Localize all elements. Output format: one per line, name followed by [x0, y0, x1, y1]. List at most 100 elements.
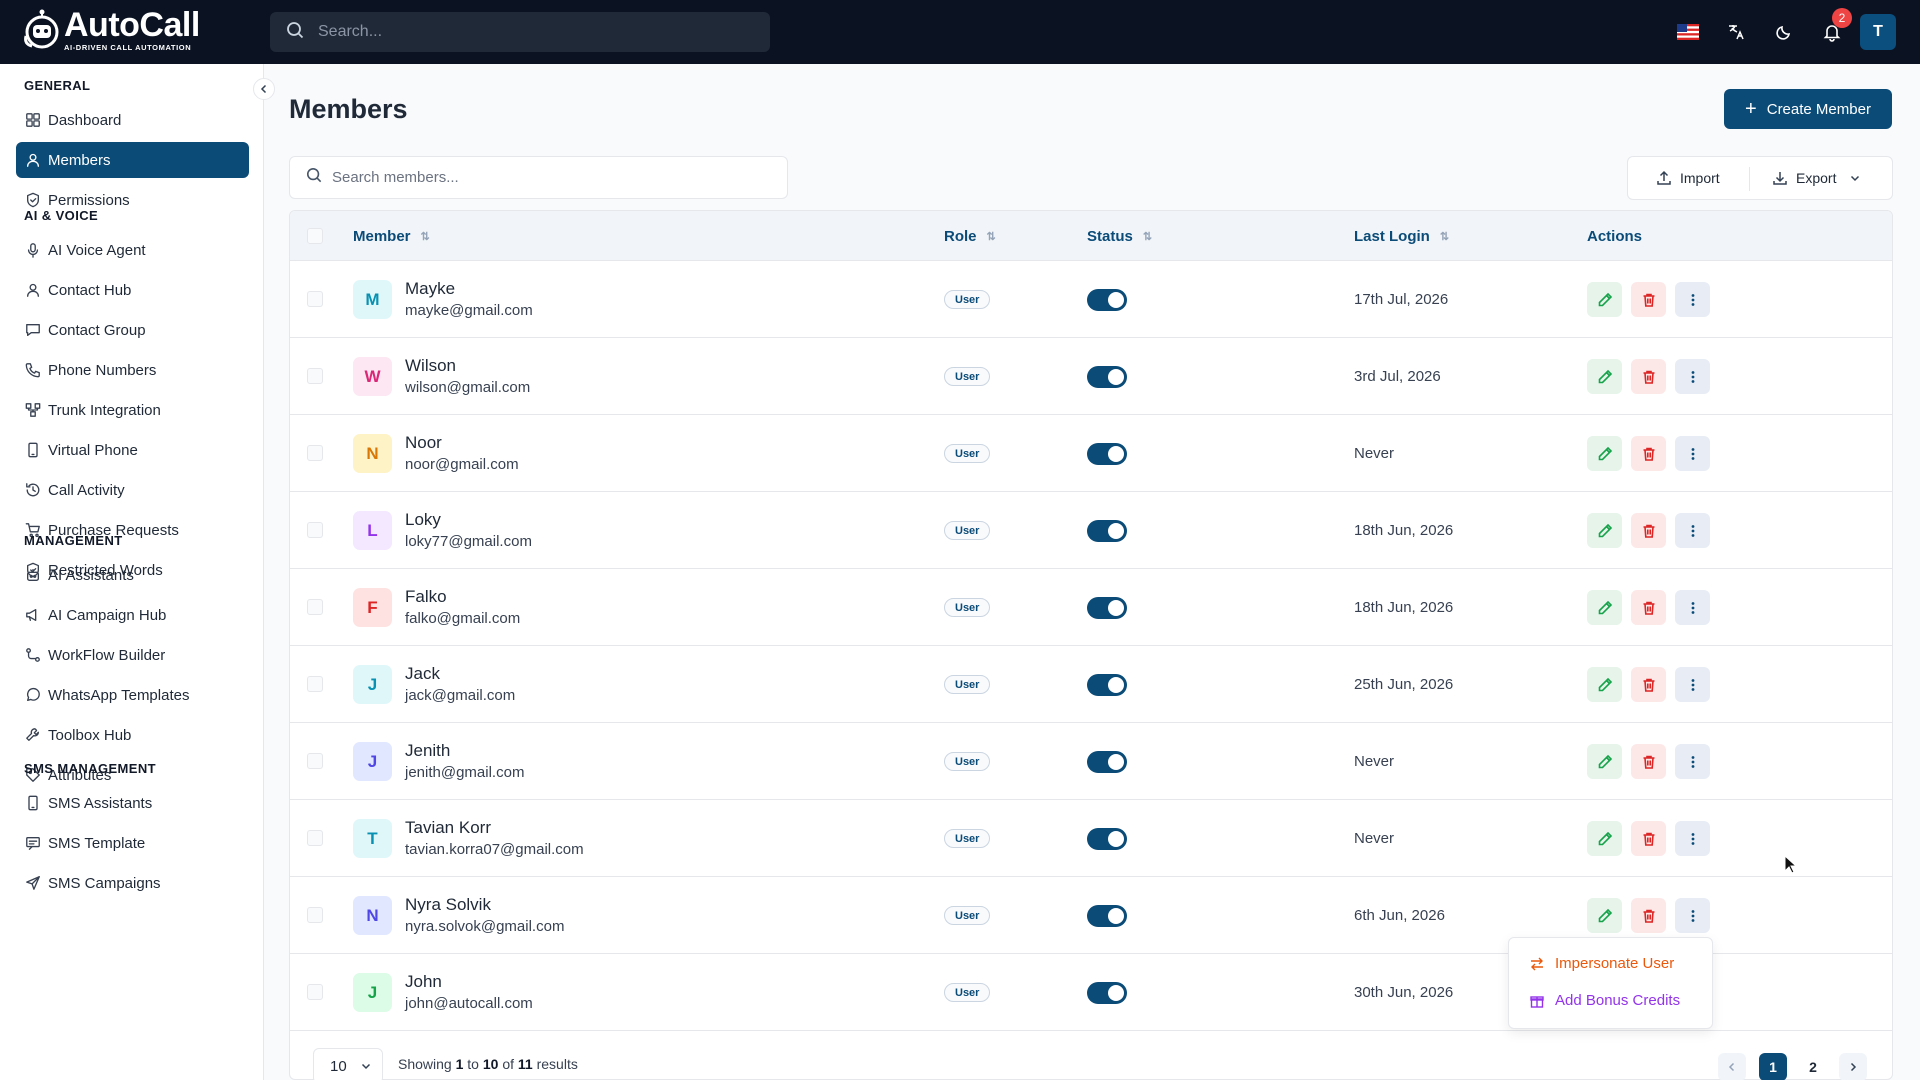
column-status[interactable]: Status ⇅ [1087, 228, 1152, 245]
sidebar-item-label: SMS Campaigns [48, 874, 161, 892]
edit-button[interactable] [1587, 359, 1622, 394]
toggle-knob [1108, 985, 1124, 1001]
page-1-button[interactable]: 1 [1759, 1053, 1787, 1080]
sidebar-item-label: Virtual Phone [48, 441, 138, 459]
sidebar-item-trunk-integration[interactable]: Trunk Integration [16, 392, 249, 428]
status-toggle[interactable] [1087, 905, 1127, 927]
delete-button[interactable] [1631, 590, 1666, 625]
sidebar-section-title: AI & VOICE [24, 208, 99, 223]
trash-icon [1643, 678, 1654, 692]
sidebar-item-contact-hub[interactable]: Contact Hub [16, 272, 249, 308]
export-button[interactable]: Export [1772, 157, 1860, 199]
page-2-button[interactable]: 2 [1799, 1053, 1827, 1080]
edit-button[interactable] [1587, 590, 1622, 625]
edit-button[interactable] [1587, 821, 1622, 856]
next-page-button[interactable] [1839, 1053, 1867, 1080]
more-options-button[interactable] [1675, 590, 1710, 625]
more-options-button[interactable] [1675, 513, 1710, 548]
sidebar-item-workflow-builder[interactable]: WorkFlow Builder [16, 637, 249, 673]
status-toggle[interactable] [1087, 982, 1127, 1004]
edit-button[interactable] [1587, 282, 1622, 317]
user-avatar[interactable]: T [1860, 14, 1896, 50]
row-checkbox[interactable] [307, 522, 323, 538]
member-email: jack@gmail.com [405, 687, 516, 704]
delete-button[interactable] [1631, 513, 1666, 548]
select-all-checkbox[interactable] [307, 228, 323, 244]
status-toggle[interactable] [1087, 674, 1127, 696]
impersonate-user-item[interactable]: Impersonate User [1529, 955, 1674, 972]
more-options-button[interactable] [1675, 898, 1710, 933]
sidebar-item-phone-numbers[interactable]: Phone Numbers [16, 352, 249, 388]
more-options-button[interactable] [1675, 359, 1710, 394]
sidebar-item-call-activity[interactable]: Call Activity [16, 472, 249, 508]
sidebar-item-whatsapp-templates[interactable]: WhatsApp Templates [16, 677, 249, 713]
more-options-button[interactable] [1675, 744, 1710, 779]
sidebar-item-virtual-phone[interactable]: Virtual Phone [16, 432, 249, 468]
row-checkbox[interactable] [307, 368, 323, 384]
edit-button[interactable] [1587, 667, 1622, 702]
user-icon [24, 151, 42, 169]
status-toggle[interactable] [1087, 828, 1127, 850]
sidebar-item-ai-assistants[interactable]: AI Assistants [16, 557, 249, 593]
pencil-icon [1598, 369, 1612, 383]
edit-button[interactable] [1587, 513, 1622, 548]
edit-button[interactable] [1587, 898, 1622, 933]
toggle-knob [1108, 369, 1124, 385]
column-role[interactable]: Role ⇅ [944, 228, 996, 245]
add-bonus-credits-item[interactable]: Add Bonus Credits [1529, 992, 1680, 1009]
more-options-button[interactable] [1675, 282, 1710, 317]
status-toggle[interactable] [1087, 443, 1127, 465]
row-checkbox[interactable] [307, 830, 323, 846]
status-toggle[interactable] [1087, 751, 1127, 773]
collapse-sidebar-button[interactable] [253, 78, 275, 100]
sidebar-item-members[interactable]: Members [16, 142, 249, 178]
app-logo[interactable]: AutoCall AI-DRIVEN CALL AUTOMATION [22, 8, 200, 52]
status-toggle[interactable] [1087, 597, 1127, 619]
sidebar-item-toolbox-hub[interactable]: Toolbox Hub [16, 717, 249, 753]
more-options-button[interactable] [1675, 821, 1710, 856]
edit-button[interactable] [1587, 436, 1622, 471]
column-member[interactable]: Member ⇅ [353, 228, 430, 245]
row-checkbox[interactable] [307, 907, 323, 923]
more-options-button[interactable] [1675, 436, 1710, 471]
delete-button[interactable] [1631, 744, 1666, 779]
delete-button[interactable] [1631, 898, 1666, 933]
edit-button[interactable] [1587, 744, 1622, 779]
pencil-icon [1598, 754, 1612, 768]
status-toggle[interactable] [1087, 366, 1127, 388]
sidebar-item-contact-group[interactable]: Contact Group [16, 312, 249, 348]
row-checkbox[interactable] [307, 676, 323, 692]
delete-button[interactable] [1631, 821, 1666, 856]
sidebar-item-sms-campaigns[interactable]: SMS Campaigns [16, 865, 249, 901]
row-checkbox[interactable] [307, 753, 323, 769]
more-options-button[interactable] [1675, 667, 1710, 702]
delete-button[interactable] [1631, 282, 1666, 317]
row-checkbox[interactable] [307, 599, 323, 615]
chevron-down-icon [361, 1063, 370, 1070]
translate-icon[interactable] [1724, 20, 1748, 44]
delete-button[interactable] [1631, 667, 1666, 702]
sidebar-item-ai-campaign-hub[interactable]: AI Campaign Hub [16, 597, 249, 633]
column-last-login[interactable]: Last Login ⇅ [1354, 228, 1449, 245]
sidebar-item-sms-assistants[interactable]: SMS Assistants [16, 785, 249, 821]
delete-button[interactable] [1631, 436, 1666, 471]
dark-mode-icon[interactable] [1772, 20, 1796, 44]
import-button[interactable]: Import [1656, 157, 1720, 199]
row-checkbox[interactable] [307, 984, 323, 1000]
row-checkbox[interactable] [307, 291, 323, 307]
per-page-select[interactable]: 10 [313, 1048, 383, 1080]
row-checkbox[interactable] [307, 445, 323, 461]
sidebar-item-sms-template[interactable]: SMS Template [16, 825, 249, 861]
results-summary: Showing 1 to 10 of 11 results [398, 1056, 578, 1072]
member-avatar: L [353, 511, 392, 550]
status-toggle[interactable] [1087, 520, 1127, 542]
sidebar-item-ai-voice-agent[interactable]: AI Voice Agent [16, 232, 249, 268]
member-search-input[interactable]: Search members... [289, 156, 788, 199]
global-search-input[interactable]: Search... [270, 12, 770, 52]
prev-page-button[interactable] [1718, 1053, 1746, 1080]
delete-button[interactable] [1631, 359, 1666, 394]
sidebar-item-dashboard[interactable]: Dashboard [16, 102, 249, 138]
create-member-button[interactable]: + Create Member [1724, 89, 1892, 129]
us-flag-icon[interactable] [1676, 20, 1700, 44]
status-toggle[interactable] [1087, 289, 1127, 311]
